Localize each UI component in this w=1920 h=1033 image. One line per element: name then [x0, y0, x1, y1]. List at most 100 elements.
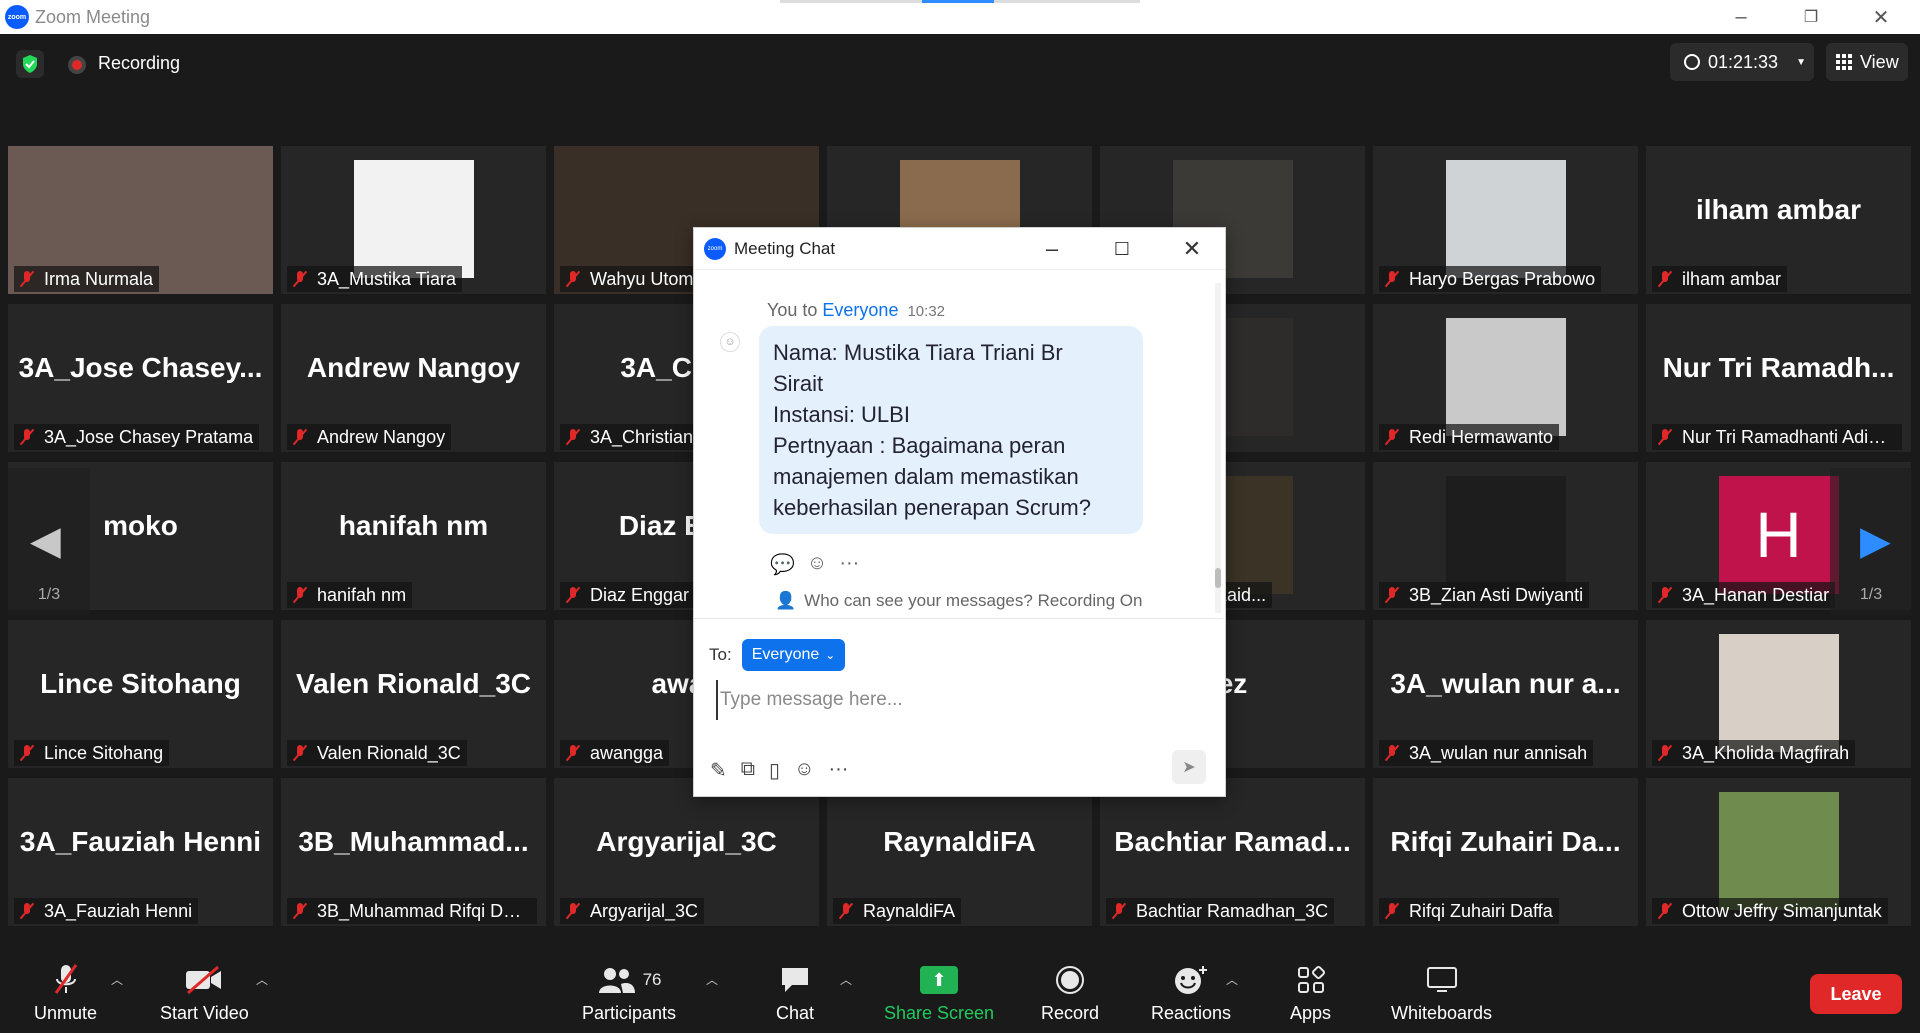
next-page-button[interactable]: ▶ 1/3 [1830, 468, 1912, 616]
minimize-icon[interactable]: – [1706, 0, 1776, 34]
participants-options-caret-icon[interactable]: ︿ [706, 971, 718, 988]
participant-tile[interactable]: Valen Rionald_3C Valen Rionald_3C [281, 620, 546, 768]
record-button[interactable]: Record [1041, 963, 1099, 1024]
format-text-icon[interactable]: ✎ [710, 758, 727, 783]
page-count-left: 1/3 [37, 586, 61, 603]
start-video-button[interactable]: Start Video [160, 963, 249, 1024]
participants-button[interactable]: 76 Participants [582, 963, 676, 1024]
microphone-muted-icon [1383, 902, 1401, 920]
microphone-muted-icon [1383, 586, 1401, 604]
participant-name-label: Irma Nurmala [14, 266, 160, 292]
zoom-logo-icon: zoom [5, 5, 29, 29]
restore-icon[interactable]: ❐ [1776, 0, 1846, 34]
participant-tile[interactable]: Bachtiar Ramad... Bachtiar Ramadhan_3C [1100, 778, 1365, 926]
send-button[interactable]: ➤ [1172, 750, 1206, 784]
participant-name-label: Ottow Jeffry Simanjuntak [1652, 898, 1888, 924]
participant-tile[interactable]: Lince Sitohang Lince Sitohang [8, 620, 273, 768]
participant-tile[interactable]: Redi Hermawanto [1373, 304, 1638, 452]
apps-label: Apps [1290, 1003, 1332, 1023]
view-button[interactable]: View [1826, 43, 1908, 81]
microphone-muted-icon [1656, 744, 1674, 762]
participant-name: Bachtiar Ramadhan_3C [1136, 900, 1329, 921]
participant-name: Andrew Nangoy [317, 426, 446, 447]
chat-button[interactable]: Chat [776, 963, 814, 1024]
reply-icon[interactable]: 💬 [770, 552, 795, 577]
chat-minimize-icon[interactable]: – [1039, 236, 1065, 262]
participant-tile[interactable]: RaynaldiFA RaynaldiFA [827, 778, 1092, 926]
microphone-muted-icon [291, 586, 309, 604]
participant-name: Rifqi Zuhairi Daffa [1409, 900, 1553, 921]
participant-tile[interactable]: Haryo Bergas Prabowo [1373, 146, 1638, 294]
participant-name-label: 3A_Hanan Destiar [1652, 582, 1836, 608]
close-icon[interactable]: ✕ [1846, 0, 1916, 34]
participant-tile[interactable]: Andrew Nangoy Andrew Nangoy [281, 304, 546, 452]
reactions-button[interactable]: Reactions [1151, 963, 1231, 1024]
participant-name: 3A_wulan nur annisah [1409, 742, 1588, 763]
participant-tile[interactable]: 3A_Jose Chasey... 3A_Jose Chasey Pratama [8, 304, 273, 452]
more-icon[interactable]: ··· [839, 552, 859, 577]
chat-bubble-icon [778, 963, 812, 997]
view-label: View [1860, 51, 1899, 72]
participant-tile[interactable]: 3A_wulan nur a... 3A_wulan nur annisah [1373, 620, 1638, 768]
participant-tile[interactable]: Argyarijal_3C Argyarijal_3C [554, 778, 819, 926]
participant-display-name: Bachtiar Ramad... [1114, 826, 1351, 857]
meeting-timer[interactable]: 01:21:33 ▼ [1670, 43, 1814, 81]
chat-maximize-icon[interactable]: ☐ [1109, 236, 1135, 262]
emoji-icon[interactable]: ☺ [794, 758, 814, 783]
participant-tile[interactable]: ilham ambar ilham ambar [1646, 146, 1911, 294]
visibility-notice[interactable]: 👤 Who can see your messages? Recording O… [694, 583, 1223, 619]
participant-name-label: Bachtiar Ramadhan_3C [1106, 898, 1335, 924]
chat-close-icon[interactable]: ✕ [1179, 236, 1205, 262]
participant-tile[interactable]: 3A_Fauziah Henni 3A_Fauziah Henni [8, 778, 273, 926]
record-icon [1054, 963, 1086, 997]
chat-options-caret-icon[interactable]: ︿ [840, 971, 852, 988]
more-icon[interactable]: ··· [828, 758, 848, 783]
participant-tile[interactable]: Nur Tri Ramadh... Nur Tri Ramadhanti Adin… [1646, 304, 1911, 452]
participants-count: 76 [642, 970, 662, 989]
avatar-letter: H [1718, 476, 1839, 594]
whiteboards-label: Whiteboards [1391, 1003, 1493, 1023]
microphone-muted-icon [18, 428, 36, 446]
share-screen-button[interactable]: ⬆ Share Screen [884, 963, 994, 1024]
participant-tile[interactable]: Rifqi Zuhairi Da... Rifqi Zuhairi Daffa [1373, 778, 1638, 926]
participant-name-label: 3A_Fauziah Henni [14, 898, 199, 924]
participant-tile[interactable]: 3B_Zian Asti Dwiyanti [1373, 462, 1638, 610]
message-recipient[interactable]: Everyone [822, 300, 898, 320]
reactions-icon [1173, 963, 1209, 997]
screenshot-icon[interactable]: ⧉ [741, 758, 755, 783]
recipient-select[interactable]: Everyone ⌄ [741, 639, 846, 671]
unmute-button[interactable]: Unmute [34, 963, 97, 1024]
message-input[interactable] [716, 680, 1196, 720]
participant-tile[interactable]: 3A_Mustika Tiara [281, 146, 546, 294]
clock-icon [1684, 54, 1700, 70]
video-options-caret-icon[interactable]: ︿ [256, 971, 268, 988]
apps-button[interactable]: Apps [1290, 963, 1331, 1024]
audio-options-caret-icon[interactable]: ︿ [111, 971, 123, 988]
reactions-options-caret-icon[interactable]: ︿ [1226, 971, 1238, 988]
chat-scrollbar[interactable] [1215, 283, 1221, 613]
participant-name-label: Haryo Bergas Prabowo [1379, 266, 1602, 292]
share-screen-label: Share Screen [884, 1003, 995, 1023]
chat-title-bar: zoom Meeting Chat – ☐ ✕ [694, 228, 1225, 270]
participants-icon: 76 [597, 963, 662, 997]
person-eye-icon: 👤 [775, 590, 797, 610]
previous-page-button[interactable]: ◀ 1/3 [8, 468, 90, 616]
microphone-muted-icon [1383, 428, 1401, 446]
page-count-right: 1/3 [1859, 586, 1883, 603]
participant-tile[interactable]: Irma Nurmala [8, 146, 273, 294]
emoji-reaction-icon[interactable]: ☺ [807, 552, 827, 577]
participant-name: awangga [590, 742, 664, 763]
security-shield-icon[interactable] [16, 50, 44, 78]
whiteboards-button[interactable]: Whiteboards [1391, 963, 1492, 1024]
microphone-muted-icon [52, 963, 80, 997]
participant-tile[interactable]: hanifah nm hanifah nm [281, 462, 546, 610]
microphone-muted-icon [564, 902, 582, 920]
participant-tile[interactable]: Ottow Jeffry Simanjuntak [1646, 778, 1911, 926]
leave-button[interactable]: Leave [1810, 974, 1902, 1014]
participant-tile[interactable]: 3A_Kholida Magfirah [1646, 620, 1911, 768]
participant-display-name: Nur Tri Ramadh... [1662, 352, 1895, 383]
grid-view-icon [1836, 54, 1852, 70]
file-icon[interactable]: ▯ [769, 758, 780, 783]
participant-video [1445, 318, 1566, 436]
participant-tile[interactable]: 3B_Muhammad... 3B_Muhammad Rifqi Daff... [281, 778, 546, 926]
